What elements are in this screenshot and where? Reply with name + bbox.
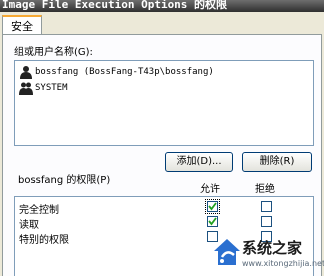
read-deny-checkbox[interactable]: [261, 216, 272, 227]
tab-security[interactable]: 安全: [2, 15, 42, 35]
user-name: bossfang (BossFang-T43p\bossfang): [35, 67, 214, 77]
user-name: SYSTEM: [35, 83, 68, 93]
watermark-logo: 系统之家 www.xitongzhijia.net: [212, 231, 324, 276]
user-row-system[interactable]: SYSTEM: [19, 80, 309, 96]
group-icon: [19, 81, 33, 95]
deny-header: 拒绝: [255, 184, 275, 195]
permissions-label: bossfang 的权限(P): [18, 175, 111, 186]
full-control-allow-checkbox[interactable]: [205, 199, 220, 214]
watermark-url: www.xitongzhijia.net: [242, 259, 324, 268]
user-row-bossfang[interactable]: bossfang (BossFang-T43p\bossfang): [19, 64, 309, 80]
permission-row-read: 读取: [19, 220, 39, 231]
window-title: Image File Execution Options 的权限: [2, 0, 228, 11]
users-listbox[interactable]: bossfang (BossFang-T43p\bossfang) SYSTEM: [14, 60, 314, 146]
house-logo-icon: [214, 239, 240, 265]
add-button[interactable]: 添加(D)...: [165, 152, 233, 172]
title-bar[interactable]: Image File Execution Options 的权限: [0, 0, 324, 12]
watermark-text: 系统之家: [242, 239, 303, 257]
users-label: 组或用户名称(G):: [14, 47, 93, 58]
read-allow-checkbox[interactable]: [207, 216, 218, 227]
full-control-deny-checkbox[interactable]: [261, 201, 272, 212]
user-icon: [19, 65, 33, 79]
permission-row-special: 特别的权限: [19, 235, 69, 246]
permission-row-full-control: 完全控制: [19, 205, 59, 216]
remove-button[interactable]: 删除(R): [242, 152, 312, 172]
allow-header: 允许: [200, 184, 220, 195]
